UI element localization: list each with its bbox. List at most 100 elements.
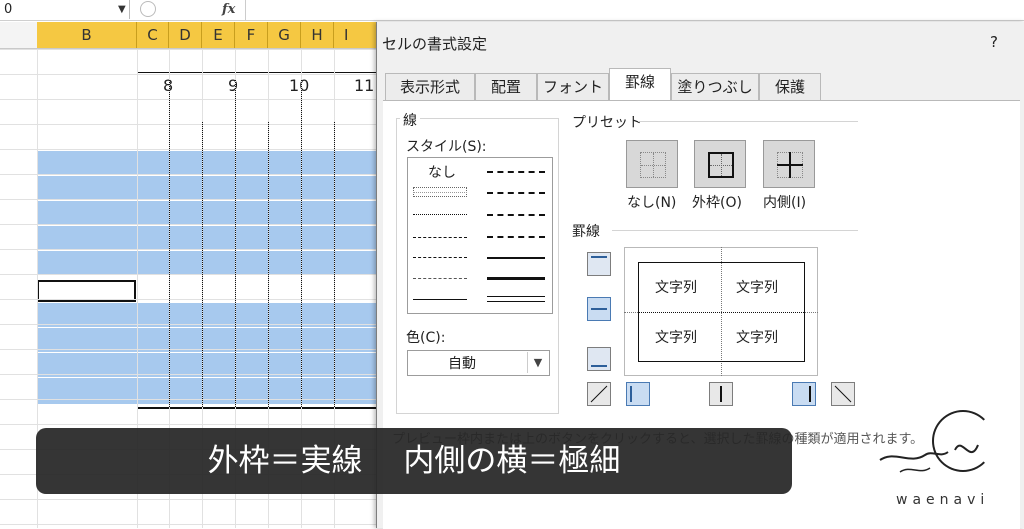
line-style-dash-dot[interactable] xyxy=(413,257,467,258)
border-top-button[interactable] xyxy=(587,252,611,276)
help-button[interactable]: ? xyxy=(990,33,998,51)
column-header-e[interactable]: E xyxy=(202,22,235,48)
selected-row xyxy=(37,151,380,175)
timeline-dotted-line xyxy=(202,122,203,407)
grid-row-line xyxy=(0,249,380,250)
grid-row-line xyxy=(0,99,380,100)
grid-row-line xyxy=(0,274,380,275)
line-style-dashed[interactable] xyxy=(413,278,467,279)
border-diagonal-down-button[interactable] xyxy=(831,382,855,406)
timeline-dotted-line xyxy=(334,122,335,407)
timeline-dotted-line xyxy=(301,80,302,407)
tab-number[interactable]: 表示形式 xyxy=(385,73,475,100)
border-inside-vertical-button[interactable] xyxy=(709,382,733,406)
selected-row xyxy=(37,251,380,275)
name-box[interactable]: 0 xyxy=(0,0,130,19)
grid-row-line xyxy=(0,124,380,125)
function-circle-icon xyxy=(140,1,156,17)
timeline-bottom-border xyxy=(137,407,380,409)
selected-row xyxy=(37,201,380,225)
grid-row-line xyxy=(0,374,380,375)
line-style-none[interactable]: なし xyxy=(428,162,456,182)
preview-cell-text: 文字列 xyxy=(736,280,778,296)
line-style-medium-dash-dot[interactable] xyxy=(487,214,545,216)
preset-inside-icon xyxy=(777,152,803,178)
tab-alignment[interactable]: 配置 xyxy=(475,73,537,100)
grid-row-line xyxy=(0,224,380,225)
line-style-hair[interactable] xyxy=(413,192,467,193)
diagonal-down-icon xyxy=(834,385,852,403)
column-header-h[interactable]: H xyxy=(301,22,334,48)
grid-row-line xyxy=(0,399,380,400)
border-bottom-button[interactable] xyxy=(587,347,611,371)
column-header-d[interactable]: D xyxy=(169,22,202,48)
column-header-g[interactable]: G xyxy=(268,22,301,48)
line-style-medium-dashed[interactable] xyxy=(487,236,545,238)
timeline-top-border xyxy=(137,72,380,73)
formula-bar-divider xyxy=(245,0,246,20)
grid-row-line xyxy=(0,324,380,325)
border-diagonal-up-button[interactable] xyxy=(587,382,611,406)
border-right-button[interactable] xyxy=(792,382,816,406)
line-style-thick[interactable] xyxy=(487,277,545,280)
timeline-dotted-line xyxy=(268,122,269,407)
line-style-slant-dash-dot[interactable] xyxy=(487,192,545,194)
dialog-title: セルの書式設定 xyxy=(382,35,488,53)
selected-row xyxy=(37,226,380,250)
line-style-dash-dot-dot[interactable] xyxy=(413,237,467,238)
timeline-dotted-line xyxy=(169,80,170,407)
preview-cell-text: 文字列 xyxy=(655,330,697,346)
line-style-medium-dash-dot-dot[interactable] xyxy=(487,171,545,173)
preview-cell-text: 文字列 xyxy=(655,280,697,296)
timeline-dotted-line xyxy=(235,80,236,407)
preview-inside-horizontal-line xyxy=(639,312,804,313)
grid-row-line xyxy=(0,424,380,425)
line-style-dotted[interactable] xyxy=(413,214,467,215)
preset-outline-button[interactable] xyxy=(694,140,746,188)
diagonal-up-icon xyxy=(590,385,608,403)
grid-row-line xyxy=(0,49,380,50)
style-label: スタイル(S): xyxy=(406,139,487,155)
caption-text: 外枠＝実線 内側の横＝極細 xyxy=(207,443,621,479)
tab-border[interactable]: 罫線 xyxy=(609,68,671,101)
selected-row xyxy=(37,176,380,200)
preset-inside-button[interactable] xyxy=(763,140,815,188)
column-header-i[interactable]: I xyxy=(334,22,380,48)
preset-outline-label: 外枠(O) xyxy=(692,195,742,211)
chevron-down-icon[interactable]: ▼ xyxy=(118,0,126,19)
border-inside-horizontal-button[interactable] xyxy=(587,297,611,321)
grid-row-line xyxy=(0,524,380,525)
preset-outline-icon xyxy=(708,152,734,178)
border-left-button[interactable] xyxy=(626,382,650,406)
line-group-label: 線 xyxy=(400,110,420,130)
preset-none-button[interactable] xyxy=(626,140,678,188)
logo-drawing xyxy=(879,444,979,473)
grid-row-line xyxy=(0,174,380,175)
color-value: 自動 xyxy=(448,356,476,372)
column-header-c[interactable]: C xyxy=(137,22,169,48)
line-style-thin[interactable] xyxy=(413,299,467,300)
time-label-11: 11 xyxy=(354,76,375,95)
logo-text: waenavi xyxy=(896,492,990,508)
tab-protection[interactable]: 保護 xyxy=(759,73,821,100)
border-label: 罫線 xyxy=(572,224,600,240)
tab-font[interactable]: フォント xyxy=(537,73,609,100)
chevron-down-icon[interactable]: ▼ xyxy=(527,352,548,373)
column-header-b[interactable]: B xyxy=(37,22,137,48)
grid-row-line xyxy=(0,199,380,200)
time-label-9: 9 xyxy=(228,76,239,95)
line-style-double[interactable] xyxy=(487,296,545,302)
color-label: 色(C): xyxy=(406,330,446,346)
grid-row-line xyxy=(0,74,380,75)
column-header-f[interactable]: F xyxy=(235,22,268,48)
selected-row xyxy=(37,378,380,404)
grid-row-line xyxy=(0,299,380,300)
insert-function-button[interactable]: fx xyxy=(222,0,235,19)
line-style-medium[interactable] xyxy=(487,257,545,259)
presets-label: プリセット xyxy=(572,115,642,131)
grid-row-line xyxy=(0,349,380,350)
preset-none-icon xyxy=(640,152,666,178)
preset-none-label: なし(N) xyxy=(627,195,677,211)
time-label-10: 10 xyxy=(289,76,310,95)
tab-fill[interactable]: 塗りつぶし xyxy=(671,73,759,100)
